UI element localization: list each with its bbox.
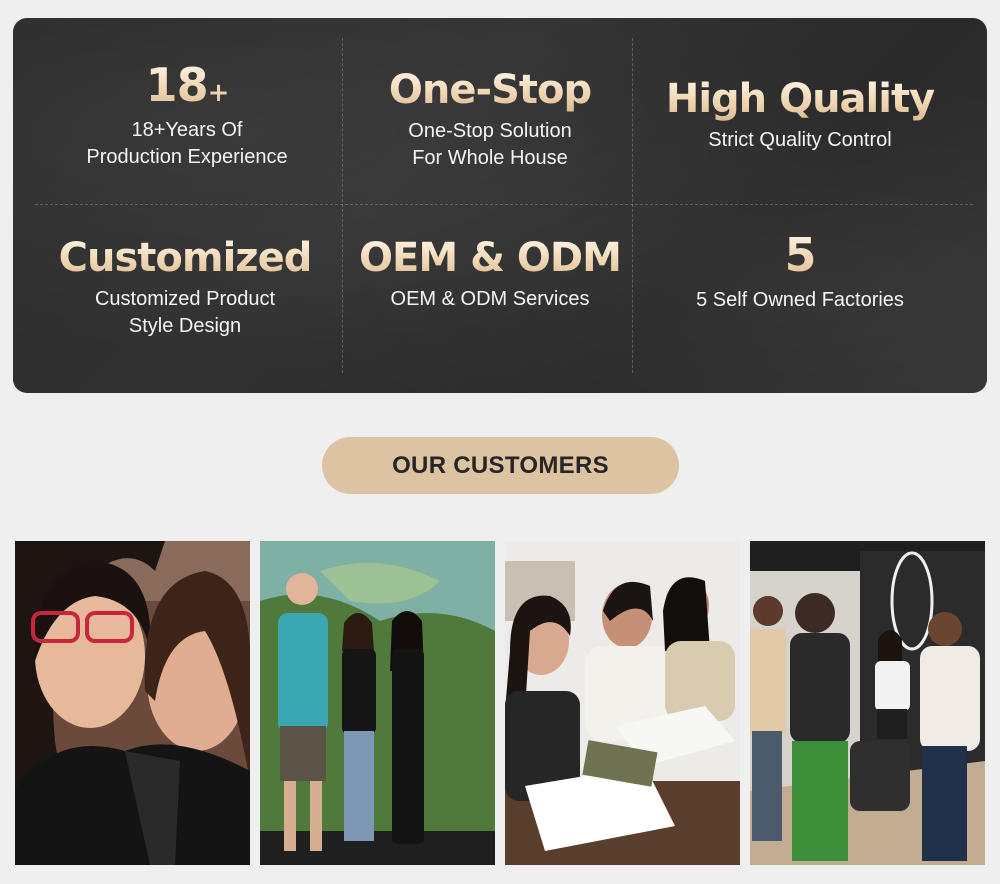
features-panel: 18+ 18+Years Of Production Experience On…	[13, 18, 987, 393]
feature-caption: One-Stop Solution For Whole House	[408, 120, 572, 169]
feature-experience: 18+ 18+Years Of Production Experience	[37, 58, 337, 171]
feature-headline: 5	[650, 228, 950, 283]
customer-photo-showroom	[750, 541, 985, 865]
customer-photo-selfie	[15, 541, 250, 865]
feature-headline: Customized	[35, 234, 335, 282]
feature-high-quality: High Quality Strict Quality Control	[650, 75, 950, 154]
photo-selfie-two-women	[15, 541, 250, 865]
feature-headline: OEM & ODM	[340, 234, 640, 282]
divider	[35, 204, 973, 205]
feature-caption: OEM & ODM Services	[390, 288, 590, 310]
feature-oem-odm: OEM & ODM OEM & ODM Services	[340, 234, 640, 313]
customer-photo-meeting	[505, 541, 740, 865]
photo-signing-documents	[505, 541, 740, 865]
feature-headline: High Quality	[650, 75, 950, 123]
feature-headline: 18+	[37, 58, 337, 113]
photo-group-map-wall	[260, 541, 495, 865]
feature-headline: One-Stop	[340, 66, 640, 114]
customer-photo-group	[260, 541, 495, 865]
feature-customized: Customized Customized Product Style Desi…	[35, 234, 335, 340]
feature-one-stop: One-Stop One-Stop Solution For Whole Hou…	[340, 66, 640, 172]
feature-caption: Customized Product Style Design	[94, 288, 276, 337]
feature-caption: 18+Years Of Production Experience	[86, 119, 288, 169]
section-title: OUR CUSTOMERS	[322, 437, 679, 494]
photo-showroom-visit	[750, 541, 985, 865]
feature-caption: Strict Quality Control	[708, 129, 892, 151]
feature-factories: 5 5 Self Owned Factories	[650, 228, 950, 314]
feature-caption: 5 Self Owned Factories	[696, 289, 904, 312]
